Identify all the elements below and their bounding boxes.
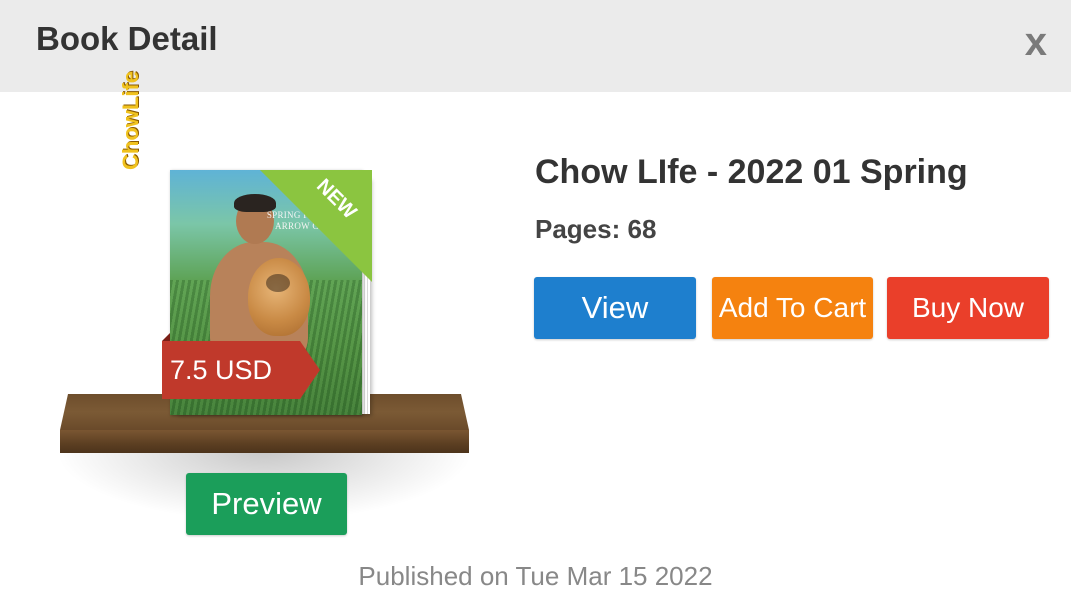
page-count: Pages: 68 bbox=[535, 214, 657, 244]
add-to-cart-button[interactable]: Add To Cart bbox=[712, 277, 873, 339]
dialog-title: Book Detail bbox=[36, 20, 218, 57]
price-tag-fold bbox=[162, 333, 170, 341]
shelf-front bbox=[60, 430, 469, 453]
close-button[interactable]: x bbox=[1025, 18, 1047, 66]
buy-now-button[interactable]: Buy Now bbox=[887, 277, 1049, 339]
cover-dog bbox=[248, 258, 310, 336]
dialog-header: Book Detail x bbox=[0, 0, 1071, 92]
preview-button[interactable]: Preview bbox=[186, 473, 347, 535]
book-title: Chow LIfe - 2022 01 Spring bbox=[535, 153, 968, 191]
published-date: Published on Tue Mar 15 2022 bbox=[358, 561, 713, 591]
cover-dog-face bbox=[266, 274, 290, 292]
cover-logo: ChowLife bbox=[118, 71, 143, 170]
price-label: 7.5 USD bbox=[170, 355, 273, 385]
view-button[interactable]: View bbox=[534, 277, 696, 339]
